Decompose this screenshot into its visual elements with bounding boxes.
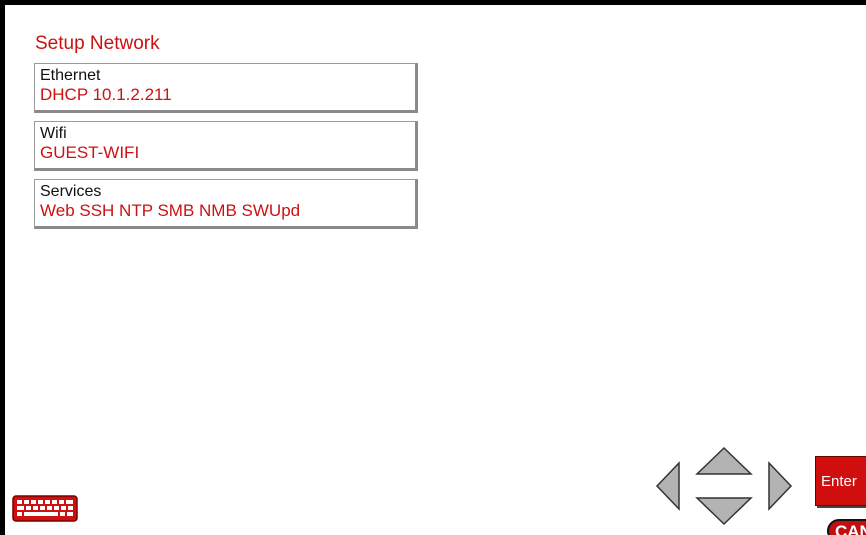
wifi-menu-item[interactable]: Wifi GUEST-WIFI <box>34 121 418 171</box>
cancel-button[interactable]: CAN <box>827 519 866 535</box>
services-label: Services <box>40 183 102 200</box>
network-setup-screen: Setup Network Ethernet DHCP 10.1.2.211 W… <box>5 5 866 535</box>
page-title: Setup Network <box>35 33 160 54</box>
arrow-left-icon[interactable] <box>655 461 681 511</box>
wifi-label: Wifi <box>40 125 67 142</box>
ethernet-label: Ethernet <box>40 67 101 84</box>
ethernet-menu-item[interactable]: Ethernet DHCP 10.1.2.211 <box>34 63 418 113</box>
wifi-value: GUEST-WIFI <box>40 143 140 162</box>
services-value: Web SSH NTP SMB NMB SWUpd <box>40 201 301 220</box>
arrow-right-icon[interactable] <box>767 461 793 511</box>
enter-button[interactable]: Enter <box>815 456 866 506</box>
arrow-up-icon[interactable] <box>695 446 753 476</box>
services-menu-item[interactable]: Services Web SSH NTP SMB NMB SWUpd <box>34 179 418 229</box>
ethernet-value: DHCP 10.1.2.211 <box>40 85 172 104</box>
arrow-down-icon[interactable] <box>695 496 753 526</box>
keyboard-icon[interactable] <box>12 495 78 522</box>
